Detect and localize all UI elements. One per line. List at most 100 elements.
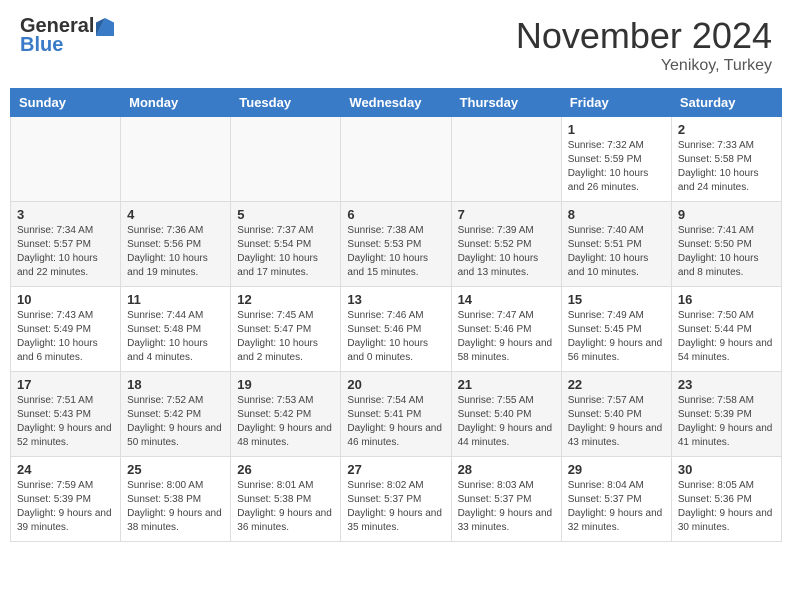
- day-info: Sunrise: 7:57 AM Sunset: 5:40 PM Dayligh…: [568, 394, 665, 450]
- weekday-header-friday: Friday: [561, 89, 671, 117]
- day-number: 11: [127, 292, 224, 307]
- calendar-cell: [341, 117, 451, 202]
- calendar-cell: 18 Sunrise: 7:52 AM Sunset: 5:42 PM Dayli…: [121, 372, 231, 457]
- calendar-cell: 26Sunrise: 8:01 AM Sunset: 5:38 PM Dayli…: [231, 457, 341, 542]
- day-info: Sunrise: 7:52 AM Sunset: 5:42 PM Dayligh…: [127, 394, 224, 450]
- calendar-cell: 21Sunrise: 7:55 AM Sunset: 5:40 PM Dayli…: [451, 372, 561, 457]
- calendar-cell: 9Sunrise: 7:41 AM Sunset: 5:50 PM Daylig…: [671, 202, 781, 287]
- calendar-cell: [121, 117, 231, 202]
- calendar-cell: 20 Sunrise: 7:54 AM Sunset: 5:41 PM Dayli…: [341, 372, 451, 457]
- calendar-cell: 11 Sunrise: 7:44 AM Sunset: 5:48 PM Dayli…: [121, 287, 231, 372]
- calendar-cell: 24 Sunrise: 7:59 AM Sunset: 5:39 PM Dayli…: [11, 457, 121, 542]
- day-number: 28: [458, 462, 555, 477]
- weekday-header-monday: Monday: [121, 89, 231, 117]
- calendar-week-row: 3Sunrise: 7:34 AM Sunset: 5:57 PM Daylig…: [11, 202, 782, 287]
- day-info: Sunrise: 7:38 AM Sunset: 5:53 PM Dayligh…: [347, 224, 444, 280]
- day-info: Sunrise: 7:54 AM Sunset: 5:41 PM Dayligh…: [347, 394, 444, 450]
- calendar-cell: 14Sunrise: 7:47 AM Sunset: 5:46 PM Dayli…: [451, 287, 561, 372]
- weekday-header-saturday: Saturday: [671, 89, 781, 117]
- calendar-week-row: 24 Sunrise: 7:59 AM Sunset: 5:39 PM Dayli…: [11, 457, 782, 542]
- day-number: 25: [127, 462, 224, 477]
- weekday-header-tuesday: Tuesday: [231, 89, 341, 117]
- day-info: Sunrise: 7:49 AM Sunset: 5:45 PM Dayligh…: [568, 309, 665, 365]
- day-number: 1: [568, 122, 665, 137]
- day-number: 5: [237, 207, 334, 222]
- day-number: 14: [458, 292, 555, 307]
- page-header: General Blue November 2024 Yenikoy, Turk…: [10, 10, 782, 80]
- day-info: Sunrise: 7:59 AM Sunset: 5:39 PM Dayligh…: [17, 479, 114, 535]
- day-info: Sunrise: 7:37 AM Sunset: 5:54 PM Dayligh…: [237, 224, 334, 280]
- calendar-table: SundayMondayTuesdayWednesdayThursdayFrid…: [10, 88, 782, 542]
- day-number: 12: [237, 292, 334, 307]
- day-number: 21: [458, 377, 555, 392]
- calendar-week-row: 10 Sunrise: 7:43 AM Sunset: 5:49 PM Dayli…: [11, 287, 782, 372]
- day-number: 17: [17, 377, 114, 392]
- calendar-cell: 4 Sunrise: 7:36 AM Sunset: 5:56 PM Daylig…: [121, 202, 231, 287]
- day-info: Sunrise: 7:43 AM Sunset: 5:49 PM Dayligh…: [17, 309, 114, 365]
- calendar-cell: 29 Sunrise: 8:04 AM Sunset: 5:37 PM Dayli…: [561, 457, 671, 542]
- day-number: 2: [678, 122, 775, 137]
- calendar-cell: [451, 117, 561, 202]
- day-info: Sunrise: 8:03 AM Sunset: 5:37 PM Dayligh…: [458, 479, 555, 535]
- day-info: Sunrise: 8:02 AM Sunset: 5:37 PM Dayligh…: [347, 479, 444, 535]
- day-number: 30: [678, 462, 775, 477]
- day-info: Sunrise: 7:34 AM Sunset: 5:57 PM Dayligh…: [17, 224, 114, 280]
- day-info: Sunrise: 7:33 AM Sunset: 5:58 PM Dayligh…: [678, 139, 775, 195]
- day-number: 23: [678, 377, 775, 392]
- day-info: Sunrise: 7:41 AM Sunset: 5:50 PM Dayligh…: [678, 224, 775, 280]
- weekday-header-sunday: Sunday: [11, 89, 121, 117]
- calendar-cell: 7Sunrise: 7:39 AM Sunset: 5:52 PM Daylig…: [451, 202, 561, 287]
- calendar-cell: 2 Sunrise: 7:33 AM Sunset: 5:58 PM Daylig…: [671, 117, 781, 202]
- day-info: Sunrise: 7:36 AM Sunset: 5:56 PM Dayligh…: [127, 224, 224, 280]
- calendar-cell: 6 Sunrise: 7:38 AM Sunset: 5:53 PM Daylig…: [341, 202, 451, 287]
- day-number: 16: [678, 292, 775, 307]
- calendar-cell: 5 Sunrise: 7:37 AM Sunset: 5:54 PM Daylig…: [231, 202, 341, 287]
- day-number: 20: [347, 377, 444, 392]
- weekday-header-wednesday: Wednesday: [341, 89, 451, 117]
- day-number: 13: [347, 292, 444, 307]
- day-info: Sunrise: 7:58 AM Sunset: 5:39 PM Dayligh…: [678, 394, 775, 450]
- day-info: Sunrise: 7:46 AM Sunset: 5:46 PM Dayligh…: [347, 309, 444, 365]
- calendar-cell: 17 Sunrise: 7:51 AM Sunset: 5:43 PM Dayli…: [11, 372, 121, 457]
- day-number: 29: [568, 462, 665, 477]
- calendar-cell: 8 Sunrise: 7:40 AM Sunset: 5:51 PM Daylig…: [561, 202, 671, 287]
- day-number: 8: [568, 207, 665, 222]
- day-number: 15: [568, 292, 665, 307]
- day-info: Sunrise: 7:50 AM Sunset: 5:44 PM Dayligh…: [678, 309, 775, 365]
- day-info: Sunrise: 8:05 AM Sunset: 5:36 PM Dayligh…: [678, 479, 775, 535]
- calendar-week-row: 1 Sunrise: 7:32 AM Sunset: 5:59 PM Daylig…: [11, 117, 782, 202]
- day-number: 18: [127, 377, 224, 392]
- calendar-cell: 23 Sunrise: 7:58 AM Sunset: 5:39 PM Dayli…: [671, 372, 781, 457]
- day-number: 6: [347, 207, 444, 222]
- day-info: Sunrise: 7:45 AM Sunset: 5:47 PM Dayligh…: [237, 309, 334, 365]
- day-info: Sunrise: 8:01 AM Sunset: 5:38 PM Dayligh…: [237, 479, 334, 535]
- day-number: 22: [568, 377, 665, 392]
- calendar-cell: 19Sunrise: 7:53 AM Sunset: 5:42 PM Dayli…: [231, 372, 341, 457]
- calendar-cell: 10 Sunrise: 7:43 AM Sunset: 5:49 PM Dayli…: [11, 287, 121, 372]
- month-title: November 2024: [516, 15, 772, 57]
- day-info: Sunrise: 7:44 AM Sunset: 5:48 PM Dayligh…: [127, 309, 224, 365]
- logo: General Blue: [20, 15, 114, 57]
- calendar-cell: 16 Sunrise: 7:50 AM Sunset: 5:44 PM Dayli…: [671, 287, 781, 372]
- day-number: 24: [17, 462, 114, 477]
- calendar-cell: 12 Sunrise: 7:45 AM Sunset: 5:47 PM Dayli…: [231, 287, 341, 372]
- day-info: Sunrise: 8:04 AM Sunset: 5:37 PM Dayligh…: [568, 479, 665, 535]
- day-info: Sunrise: 7:40 AM Sunset: 5:51 PM Dayligh…: [568, 224, 665, 280]
- calendar-cell: 3Sunrise: 7:34 AM Sunset: 5:57 PM Daylig…: [11, 202, 121, 287]
- day-number: 7: [458, 207, 555, 222]
- day-number: 4: [127, 207, 224, 222]
- calendar-cell: [11, 117, 121, 202]
- calendar-cell: 1 Sunrise: 7:32 AM Sunset: 5:59 PM Daylig…: [561, 117, 671, 202]
- logo-icon: [96, 18, 114, 36]
- day-info: Sunrise: 7:32 AM Sunset: 5:59 PM Dayligh…: [568, 139, 665, 195]
- day-number: 10: [17, 292, 114, 307]
- weekday-header-thursday: Thursday: [451, 89, 561, 117]
- day-number: 19: [237, 377, 334, 392]
- location-subtitle: Yenikoy, Turkey: [516, 57, 772, 75]
- day-info: Sunrise: 7:51 AM Sunset: 5:43 PM Dayligh…: [17, 394, 114, 450]
- day-info: Sunrise: 8:00 AM Sunset: 5:38 PM Dayligh…: [127, 479, 224, 535]
- title-section: November 2024 Yenikoy, Turkey: [516, 15, 772, 75]
- calendar-week-row: 17 Sunrise: 7:51 AM Sunset: 5:43 PM Dayli…: [11, 372, 782, 457]
- calendar-cell: 27Sunrise: 8:02 AM Sunset: 5:37 PM Dayli…: [341, 457, 451, 542]
- weekday-header-row: SundayMondayTuesdayWednesdayThursdayFrid…: [11, 89, 782, 117]
